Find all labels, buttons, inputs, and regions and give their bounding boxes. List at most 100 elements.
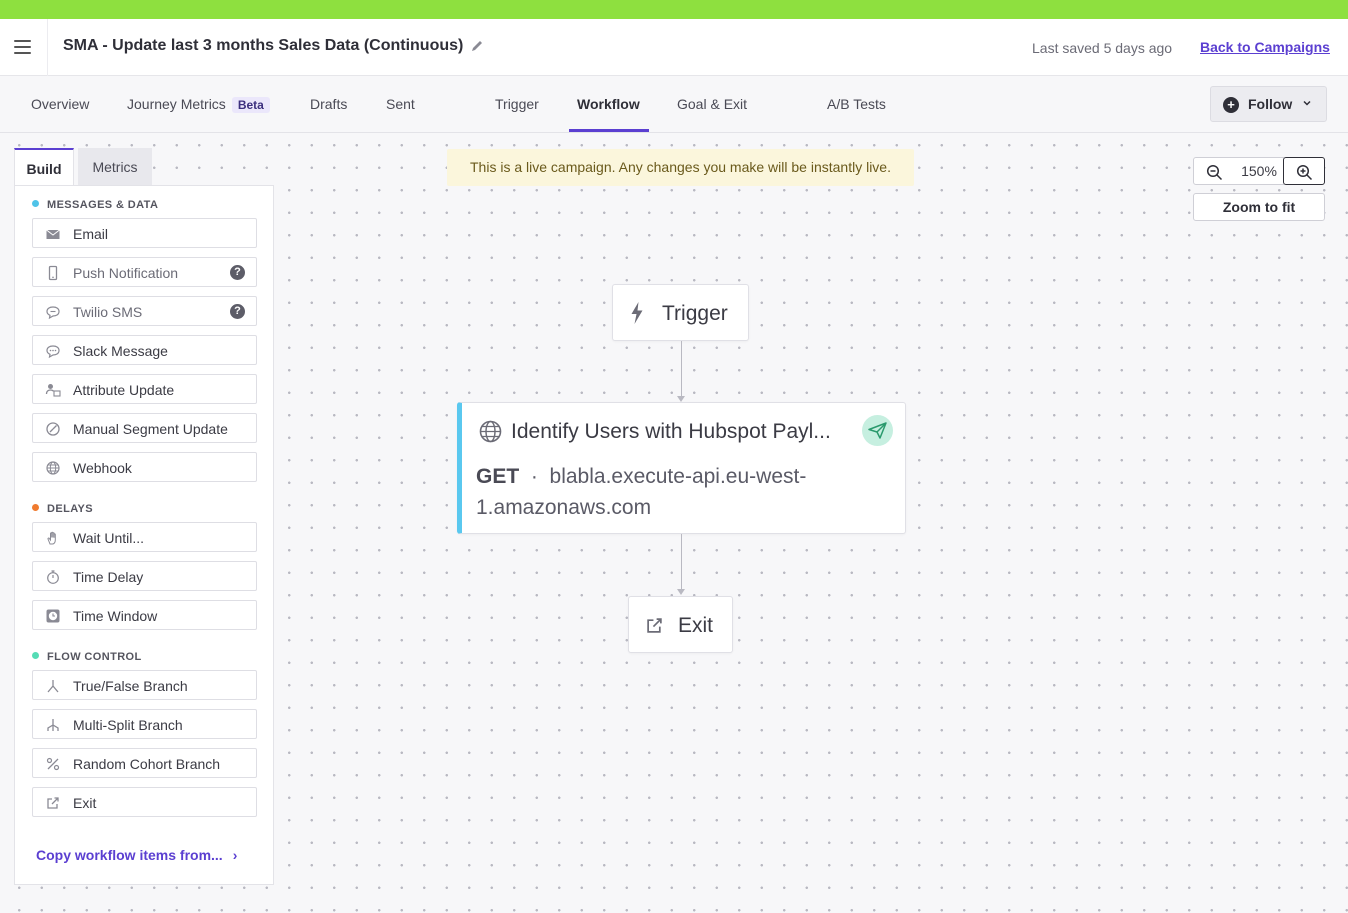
header-bar: SMA - Update last 3 months Sales Data (C… bbox=[0, 19, 1348, 76]
tab-label: Sent bbox=[386, 96, 415, 112]
section-label-delays: DELAYS bbox=[32, 503, 93, 515]
page-title: SMA - Update last 3 months Sales Data (C… bbox=[63, 37, 464, 54]
webhook-node[interactable]: Identify Users with Hubspot Payl... GET … bbox=[457, 402, 906, 534]
item-label: Time Window bbox=[73, 608, 158, 624]
sidebar-item-true-false-branch[interactable]: True/False Branch bbox=[32, 670, 257, 700]
follow-button[interactable]: + Follow bbox=[1210, 86, 1327, 122]
tab-workflow[interactable]: Workflow bbox=[577, 96, 640, 112]
plus-circle-icon: + bbox=[1223, 97, 1239, 113]
last-saved-text: Last saved 5 days ago bbox=[1032, 40, 1173, 56]
live-campaign-banner: This is a live campaign. Any changes you… bbox=[447, 149, 914, 186]
mobile-icon bbox=[48, 265, 58, 281]
globe-icon bbox=[46, 461, 60, 475]
tab-goal-exit[interactable]: Goal & Exit bbox=[677, 96, 747, 112]
user-card-icon bbox=[45, 384, 61, 397]
section-dot bbox=[32, 504, 39, 511]
help-icon[interactable]: ? bbox=[230, 265, 245, 280]
sidebar-item-time-delay[interactable]: Time Delay bbox=[32, 561, 257, 591]
sidebar-item-multi-split-branch[interactable]: Multi-Split Branch bbox=[32, 709, 257, 739]
connector-line bbox=[681, 341, 682, 397]
item-label: Exit bbox=[73, 795, 97, 811]
tab-label: Drafts bbox=[310, 96, 348, 112]
tab-overview[interactable]: Overview bbox=[31, 96, 89, 112]
zoom-out-icon bbox=[1206, 164, 1223, 181]
chat-bubble-icon bbox=[46, 345, 60, 359]
item-label: True/False Branch bbox=[73, 678, 188, 694]
stopwatch-icon bbox=[47, 570, 59, 584]
zoom-to-fit-button[interactable]: Zoom to fit bbox=[1193, 193, 1325, 221]
pencil-icon[interactable] bbox=[470, 39, 484, 53]
item-label: Slack Message bbox=[73, 343, 168, 359]
sidebar-item-twilio-sms[interactable]: Twilio SMS ? bbox=[32, 296, 257, 326]
external-exit-icon bbox=[47, 797, 59, 809]
follow-label: Follow bbox=[1248, 96, 1293, 112]
tab-label: Overview bbox=[31, 96, 90, 112]
request-method: GET bbox=[476, 465, 520, 488]
hand-icon bbox=[47, 531, 56, 545]
request-separator: · bbox=[530, 465, 538, 488]
webhook-request: GET · blabla.execute-api.eu-west-1.amazo… bbox=[476, 461, 876, 523]
item-label: Wait Until... bbox=[73, 530, 145, 546]
beta-badge: Beta bbox=[231, 97, 270, 113]
sidebar-item-webhook[interactable]: Webhook bbox=[32, 452, 257, 482]
exit-node-label: Exit bbox=[678, 614, 714, 637]
sidebar-tab-metrics[interactable]: Metrics bbox=[78, 148, 152, 186]
sidebar-item-time-window[interactable]: Time Window bbox=[32, 600, 257, 630]
item-label: Twilio SMS bbox=[73, 304, 143, 320]
copy-link-label: Copy workflow items from... bbox=[36, 847, 223, 863]
section-dot bbox=[32, 200, 39, 207]
item-label: Email bbox=[73, 226, 109, 242]
chevron-down-icon bbox=[1303, 100, 1311, 106]
sidebar-item-email[interactable]: Email bbox=[32, 218, 257, 248]
tab-label: Journey Metrics bbox=[127, 96, 226, 112]
sidebar-item-attribute-update[interactable]: Attribute Update bbox=[32, 374, 257, 404]
exit-node[interactable]: Exit bbox=[628, 596, 733, 653]
webhook-node-name: Identify Users with Hubspot Payl... bbox=[511, 420, 831, 443]
tab-journey-metrics[interactable]: Journey Metrics Beta bbox=[127, 96, 270, 113]
section-title: FLOW CONTROL bbox=[47, 651, 142, 663]
active-tab-indicator bbox=[569, 129, 649, 132]
send-test-button[interactable] bbox=[862, 415, 893, 446]
send-icon bbox=[868, 422, 887, 439]
zoom-controls: 150% bbox=[1193, 157, 1325, 185]
clock-icon bbox=[46, 609, 60, 623]
sidebar-item-slack-message[interactable]: Slack Message bbox=[32, 335, 257, 365]
item-label: Push Notification bbox=[73, 265, 179, 281]
globe-icon bbox=[479, 420, 502, 443]
section-title: DELAYS bbox=[47, 503, 94, 515]
build-panel: MESSAGES & DATA Email Push Notification … bbox=[14, 185, 274, 885]
tab-ab-tests[interactable]: A/B Tests bbox=[827, 96, 886, 112]
external-exit-icon bbox=[647, 618, 662, 633]
hamburger-icon[interactable] bbox=[14, 40, 31, 54]
sidebar-item-exit[interactable]: Exit bbox=[32, 787, 257, 817]
copy-workflow-items-link[interactable]: Copy workflow items from... › bbox=[36, 847, 237, 863]
sidebar-item-wait-until[interactable]: Wait Until... bbox=[32, 522, 257, 552]
item-label: Webhook bbox=[73, 460, 132, 476]
sidebar-item-manual-segment-update[interactable]: Manual Segment Update bbox=[32, 413, 257, 443]
split-branch-icon bbox=[47, 680, 59, 693]
trigger-node-label: Trigger bbox=[662, 302, 728, 325]
tab-sent[interactable]: Sent bbox=[386, 96, 415, 112]
top-accent-strip bbox=[0, 0, 1348, 19]
segment-icon bbox=[46, 422, 60, 436]
campaign-tabs: Overview Journey Metrics Beta Drafts Sent… bbox=[0, 76, 1348, 133]
tab-trigger[interactable]: Trigger bbox=[495, 96, 539, 112]
trigger-node[interactable]: Trigger bbox=[612, 284, 749, 341]
item-label: Attribute Update bbox=[73, 382, 175, 398]
section-dot bbox=[32, 652, 39, 659]
tab-label: Trigger bbox=[495, 96, 539, 112]
zoom-out-button[interactable] bbox=[1193, 157, 1235, 185]
item-label: Random Cohort Branch bbox=[73, 756, 221, 772]
tab-label: Workflow bbox=[577, 96, 640, 112]
back-to-campaigns-link[interactable]: Back to Campaigns bbox=[1200, 39, 1330, 55]
sidebar-tab-build[interactable]: Build bbox=[14, 148, 74, 186]
section-label-messages-data: MESSAGES & DATA bbox=[32, 199, 158, 211]
lightning-icon bbox=[631, 302, 643, 324]
sidebar-item-push-notification[interactable]: Push Notification ? bbox=[32, 257, 257, 287]
help-icon[interactable]: ? bbox=[230, 304, 245, 319]
sidebar-item-random-cohort-branch[interactable]: Random Cohort Branch bbox=[32, 748, 257, 778]
zoom-in-button[interactable] bbox=[1283, 157, 1325, 185]
item-label: Time Delay bbox=[73, 569, 144, 585]
zoom-level: 150% bbox=[1234, 157, 1284, 185]
tab-drafts[interactable]: Drafts bbox=[310, 96, 347, 112]
